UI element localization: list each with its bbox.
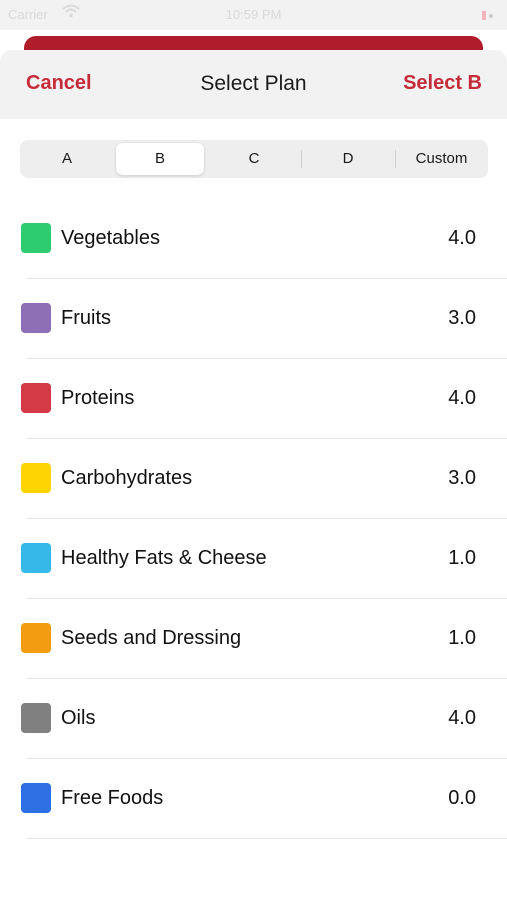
sheet-header: Cancel Select Plan Select B [0,50,507,119]
plan-segmented-control: A B C D Custom [20,140,488,178]
battery-icon [482,7,493,22]
plan-item-label: Seeds and Dressing [61,627,242,649]
segment-c[interactable]: C [207,140,301,178]
plan-item-value: 1.0 [448,627,476,649]
color-swatch [21,303,51,333]
segment-a[interactable]: A [20,140,114,178]
plan-item-row[interactable]: Proteins 4.0 [0,359,507,439]
select-plan-sheet: Cancel Select Plan Select B A B C D Cust… [0,50,507,900]
plan-item-row[interactable]: Vegetables 4.0 [0,199,507,279]
plan-item-row[interactable]: Fruits 3.0 [0,279,507,359]
color-swatch [21,783,51,813]
color-swatch [21,703,51,733]
segment-b[interactable]: B [116,143,204,175]
color-swatch [21,623,51,653]
color-swatch [21,463,51,493]
plan-item-value: 4.0 [448,227,476,249]
plan-item-label: Proteins [61,387,135,409]
segment-custom[interactable]: Custom [395,140,488,178]
color-swatch [21,543,51,573]
plan-item-value: 4.0 [448,707,476,729]
plan-item-label: Free Foods [61,787,164,809]
plan-item-value: 4.0 [448,387,476,409]
plan-item-label: Vegetables [61,227,160,249]
select-plan-button[interactable]: Select B [403,72,482,95]
plan-item-value: 0.0 [448,787,476,809]
plan-item-row[interactable]: Healthy Fats & Cheese 1.0 [0,519,507,599]
plan-item-label: Healthy Fats & Cheese [61,547,267,569]
plan-item-label: Fruits [61,307,111,329]
plan-item-row[interactable]: Free Foods 0.0 [0,759,507,839]
color-swatch [21,223,51,253]
plan-item-value: 3.0 [448,467,476,489]
segment-d[interactable]: D [301,140,395,178]
row-divider [26,838,507,839]
plan-item-label: Carbohydrates [61,467,193,489]
plan-item-value: 3.0 [448,307,476,329]
plan-item-value: 1.0 [448,547,476,569]
plan-item-label: Oils [61,707,96,729]
color-swatch [21,383,51,413]
plan-item-row[interactable]: Oils 4.0 [0,679,507,759]
plan-item-row[interactable]: Carbohydrates 3.0 [0,439,507,519]
plan-item-row[interactable]: Seeds and Dressing 1.0 [0,599,507,679]
status-bar: Carrier 10:59 PM [0,0,507,30]
status-time: 10:59 PM [225,7,282,22]
